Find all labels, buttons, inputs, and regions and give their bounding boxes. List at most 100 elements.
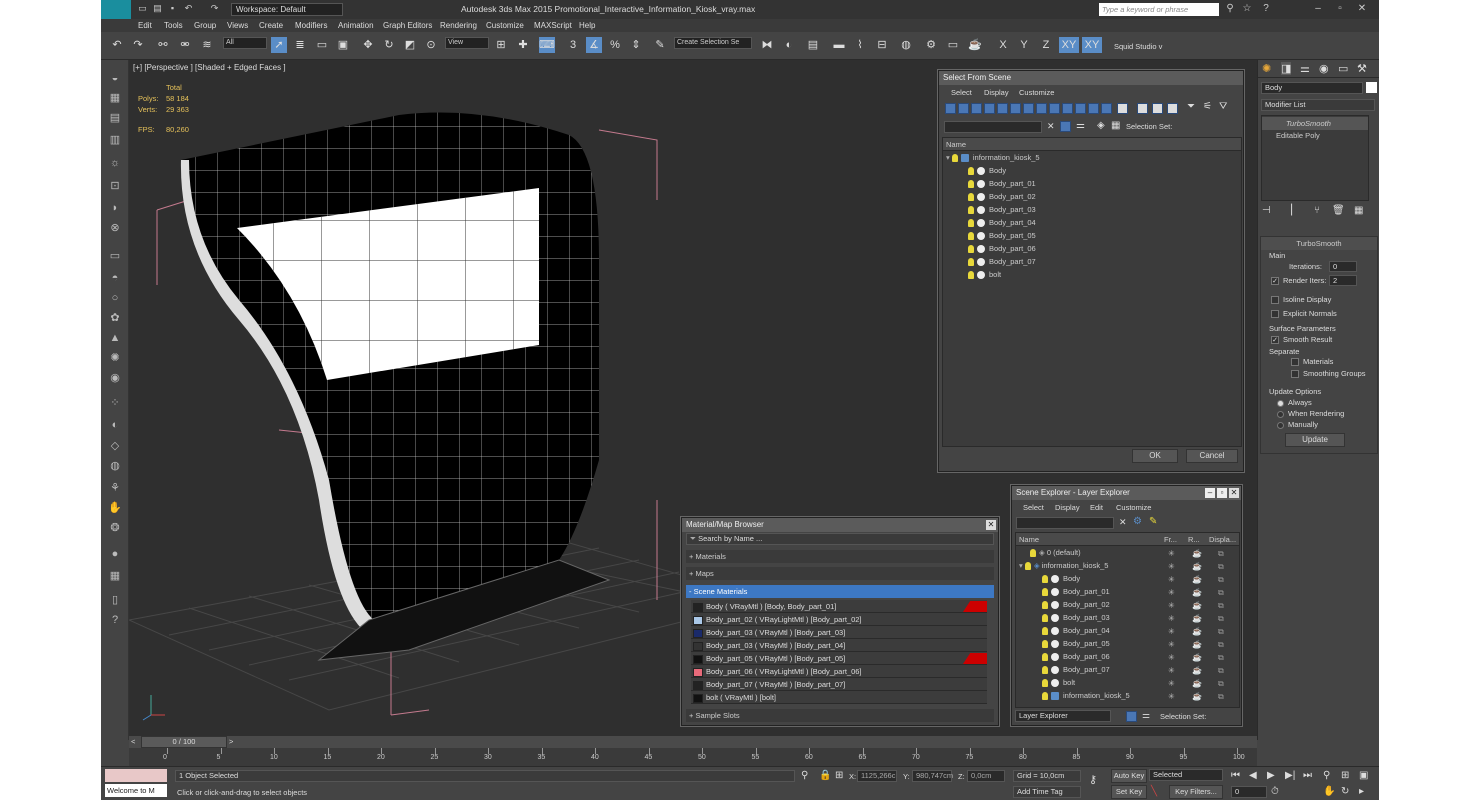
modify-tab-icon[interactable]: ◨ <box>1281 62 1292 75</box>
select-manipulate-icon[interactable]: ✚ <box>515 37 531 53</box>
sfs-hierarchy-icon[interactable]: ⚌ <box>1076 120 1085 131</box>
key-mode-icon[interactable]: ╲ <box>1151 786 1157 797</box>
helper-icon[interactable]: ◗ <box>107 200 123 216</box>
modifier-list-dropdown[interactable]: Modifier List <box>1261 99 1375 111</box>
se-close-icon[interactable]: ✕ <box>1229 488 1239 498</box>
display-tab-icon[interactable]: ▭ <box>1338 62 1348 75</box>
sfs-item[interactable]: Body_part_06 <box>968 242 1243 255</box>
time-prev-icon[interactable]: < <box>131 737 135 746</box>
fov-icon[interactable]: ▸ <box>1359 786 1364 797</box>
update-button[interactable]: Update <box>1285 433 1345 447</box>
mb-material-row[interactable]: bolt ( VRayMtl ) [bolt] <box>691 691 987 704</box>
dots-icon[interactable]: ⁘ <box>107 395 123 411</box>
zoom-all-icon[interactable]: ⊞ <box>1341 770 1349 781</box>
move-icon[interactable]: ✥ <box>360 37 376 53</box>
goto-start-icon[interactable]: ⏮ <box>1231 770 1240 781</box>
sfs-item[interactable]: Body_part_03 <box>968 203 1243 216</box>
link-icon[interactable]: ⚯ <box>155 37 171 53</box>
se-frozen-column[interactable]: ✳ ✳ ✳ ✳ ✳ ✳ ✳ ✳ ✳ ✳ ✳ ✳ <box>1168 547 1175 703</box>
se-item[interactable]: Body_part_03 <box>1042 611 1110 624</box>
pin-stack-icon[interactable]: ⊣ <box>1262 205 1271 216</box>
percent-snap-icon[interactable]: % <box>607 37 623 53</box>
undo-button[interactable]: ↶ <box>109 37 125 53</box>
mb-material-row[interactable]: Body_part_02 ( VRayLightMtl ) [Body_part… <box>691 613 987 626</box>
play-icon[interactable]: ▶ <box>1267 770 1275 781</box>
rotate-icon[interactable]: ↻ <box>381 37 397 53</box>
selection-filter-dropdown[interactable]: All <box>223 37 267 49</box>
menu-customize[interactable]: Customize <box>486 21 524 30</box>
sfs-filter-bones-icon[interactable] <box>1049 103 1060 114</box>
mirror-icon[interactable]: ⧓ <box>759 37 775 53</box>
checker-icon[interactable]: ▦ <box>107 568 123 584</box>
explicit-normals-checkbox[interactable]: Explicit Normals <box>1271 309 1337 319</box>
menu-help[interactable]: Help <box>579 21 595 30</box>
material-editor-icon[interactable]: ◍ <box>898 37 914 53</box>
maximize-icon[interactable]: ▫ <box>1333 2 1347 15</box>
light-icon[interactable]: ☼ <box>107 155 123 171</box>
bush-icon[interactable]: ✿ <box>107 310 123 326</box>
se-layer-list[interactable]: Name Fr... R... Displa... ◈ 0 (default) … <box>1015 532 1240 708</box>
mb-material-row[interactable]: Body ( VRayMtl ) [Body, Body_part_01] <box>691 600 987 613</box>
sfs-filter-cameras-icon[interactable] <box>984 103 995 114</box>
sfs-filter-helpers-icon[interactable] <box>997 103 1008 114</box>
teapot-icon[interactable]: ◒ <box>107 70 123 86</box>
smooth-result-checkbox[interactable]: ✓ Smooth Result <box>1271 335 1332 345</box>
modifier-stack[interactable]: TurboSmooth Editable Poly <box>1261 115 1369 201</box>
sfs-select-all-icon[interactable] <box>1137 103 1148 114</box>
prev-frame-icon[interactable]: ◀ <box>1249 770 1257 781</box>
render-iters-spinner[interactable]: 2 <box>1329 275 1357 286</box>
align-icon[interactable]: ◐ <box>781 37 797 53</box>
update-always-radio[interactable]: Always <box>1277 398 1312 407</box>
utilities-tab-icon[interactable]: ⚒ <box>1357 62 1367 75</box>
binoculars-icon[interactable]: ⚲ <box>1223 2 1237 15</box>
sfs-filter-icon[interactable]: ⏷ <box>1187 101 1195 112</box>
key-selection-dropdown[interactable]: Selected <box>1149 769 1223 781</box>
spinner-snap-icon[interactable]: ⇕ <box>628 37 644 53</box>
pill-icon[interactable]: ◐ <box>107 417 123 433</box>
reference-coord-dropdown[interactable]: View <box>445 37 489 49</box>
named-selection-dropdown[interactable]: Create Selection Se <box>674 37 752 49</box>
star-icon[interactable]: ☆ <box>1240 2 1254 15</box>
se-col-frozen[interactable]: Fr... <box>1164 533 1177 546</box>
select-from-scene-title[interactable]: Select From Scene <box>939 71 1243 85</box>
panel-icon[interactable]: ▥ <box>107 132 123 148</box>
sfs-root-item[interactable]: ▾ information_kiosk_5 <box>946 151 1040 164</box>
mb-group-materials[interactable]: + Materials <box>686 550 994 563</box>
se-selection-set-label[interactable]: Selection Set: <box>1160 712 1206 721</box>
keyword-search-input[interactable]: Type a keyword or phrase <box>1099 3 1219 16</box>
stack-item-editable-poly[interactable]: Editable Poly <box>1262 129 1368 142</box>
sfs-filter-all-icon[interactable] <box>1101 103 1112 114</box>
scale-icon[interactable]: ◩ <box>402 37 418 53</box>
se-menu-customize[interactable]: Customize <box>1116 503 1151 512</box>
render-setup-icon[interactable]: ⚙ <box>923 37 939 53</box>
grid-icon[interactable]: ▤ <box>107 110 123 126</box>
time-config-icon[interactable]: ⏱ <box>1271 786 1279 797</box>
render-production-icon[interactable]: ☕ <box>967 37 983 53</box>
key-filters-button[interactable]: Key Filters... <box>1169 785 1223 799</box>
isolate-icon[interactable]: ⚲ <box>801 770 808 781</box>
maxscript-listener[interactable] <box>105 769 167 782</box>
se-item[interactable]: Body_part_06 <box>1042 650 1110 663</box>
sfs-funnel-icon[interactable]: ⛛ <box>1219 101 1227 112</box>
mb-search-input[interactable]: ⏷ Search by Name ... <box>686 533 994 545</box>
mb-close-icon[interactable]: ✕ <box>986 520 996 530</box>
menu-edit[interactable]: Edit <box>138 21 152 30</box>
menu-modifiers[interactable]: Modifiers <box>295 21 327 30</box>
se-menu-edit[interactable]: Edit <box>1090 503 1103 512</box>
sfs-select-dependents-icon[interactable] <box>1060 121 1071 132</box>
se-find-icon[interactable]: ⚙ <box>1133 516 1142 527</box>
frame-ruler[interactable]: 0 5 10 15 20 25 30 35 40 45 50 55 60 65 70 75 80 85 90 95 10… <box>129 748 1257 766</box>
sfs-filter-warps-icon[interactable] <box>1010 103 1021 114</box>
sfs-item[interactable]: Body_part_01 <box>968 177 1243 190</box>
menu-animation[interactable]: Animation <box>338 21 374 30</box>
time-next-icon[interactable]: > <box>229 737 233 746</box>
create-tab-icon[interactable]: ✺ <box>1262 62 1271 75</box>
axis-xy-button[interactable]: XY <box>1059 37 1079 53</box>
layer-manager-icon[interactable]: ▤ <box>805 37 821 53</box>
bottle-icon[interactable]: ▯ <box>107 592 123 608</box>
sfs-select-none-icon[interactable] <box>1152 103 1163 114</box>
menu-views[interactable]: Views <box>227 21 248 30</box>
plane-icon[interactable]: ▭ <box>107 248 123 264</box>
hand-icon[interactable]: ✋ <box>107 500 123 516</box>
material-browser-title[interactable]: Material/Map Browser ✕ <box>682 518 998 532</box>
